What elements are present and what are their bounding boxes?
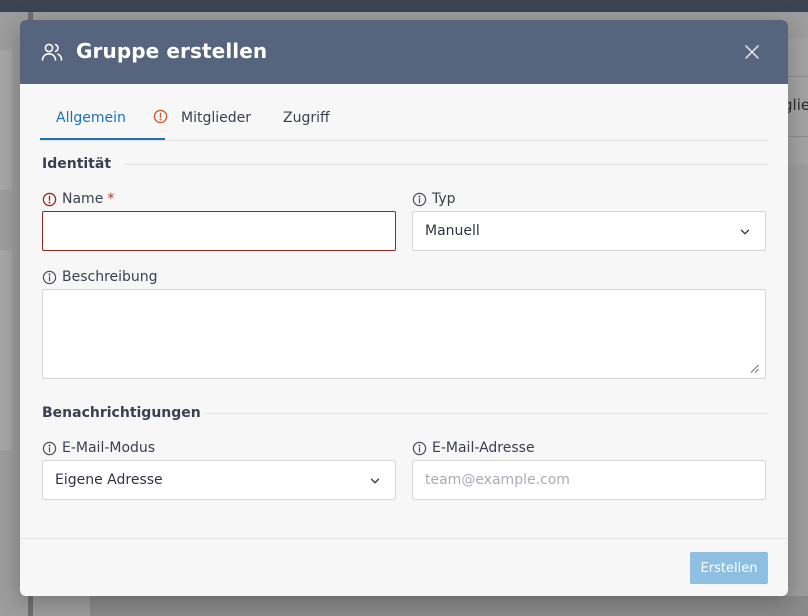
tab-zugriff[interactable]: Zugriff (283, 110, 330, 126)
chevron-down-icon (740, 229, 750, 235)
resize-handle-icon[interactable] (750, 364, 759, 373)
chevron-down-icon (370, 478, 380, 484)
name-input[interactable] (42, 211, 396, 251)
section-title-notifications: Benachrichtigungen (42, 405, 201, 421)
section-divider (124, 164, 768, 165)
email-address-label-text: E-Mail-Adresse (432, 440, 535, 456)
close-icon[interactable] (742, 42, 762, 62)
name-label-text: Name (62, 191, 104, 207)
email-mode-select[interactable]: Eigene Adresse (42, 460, 396, 500)
tab-active-indicator (40, 138, 165, 140)
info-circle-icon (412, 192, 427, 206)
description-textarea[interactable] (42, 289, 766, 379)
email-address-placeholder: team@example.com (425, 472, 570, 488)
app-topbar (0, 0, 808, 12)
dialog-header: Gruppe erstellen (20, 20, 788, 84)
email-mode-value: Eigene Adresse (55, 472, 163, 488)
type-label-text: Typ (432, 191, 456, 207)
footer-divider (20, 538, 788, 539)
name-label: Name * (42, 191, 114, 207)
info-circle-icon (412, 441, 427, 455)
description-label: Beschreibung (42, 269, 158, 285)
dialog-title: Gruppe erstellen (76, 39, 268, 63)
type-label: Typ (412, 191, 456, 207)
email-address-label: E-Mail-Adresse (412, 440, 535, 456)
email-mode-label-text: E-Mail-Modus (62, 440, 156, 456)
email-address-input[interactable]: team@example.com (412, 460, 766, 500)
app-bottom-panel (90, 596, 808, 616)
info-circle-icon (42, 270, 57, 284)
section-divider (204, 413, 768, 414)
email-mode-label: E-Mail-Modus (42, 440, 155, 456)
section-title-identity: Identität (42, 156, 112, 172)
tab-bar: Allgemein Mitglieder Zugriff (40, 104, 768, 141)
users-icon (41, 43, 63, 61)
warning-circle-icon (153, 109, 168, 124)
type-select[interactable]: Manuell (412, 211, 766, 251)
create-button[interactable]: Erstellen (690, 552, 768, 584)
tab-mitglieder[interactable]: Mitglieder (181, 110, 251, 126)
description-label-text: Beschreibung (62, 269, 158, 285)
tab-allgemein[interactable]: Allgemein (56, 110, 126, 126)
create-group-dialog: Gruppe erstellen Allgemein Mitglieder Zu… (20, 20, 788, 596)
type-select-value: Manuell (425, 223, 480, 239)
app-left-tile (0, 250, 12, 450)
required-marker: * (107, 191, 115, 207)
app-left-tile (0, 50, 12, 190)
error-circle-icon (42, 192, 57, 206)
info-circle-icon (42, 441, 57, 455)
